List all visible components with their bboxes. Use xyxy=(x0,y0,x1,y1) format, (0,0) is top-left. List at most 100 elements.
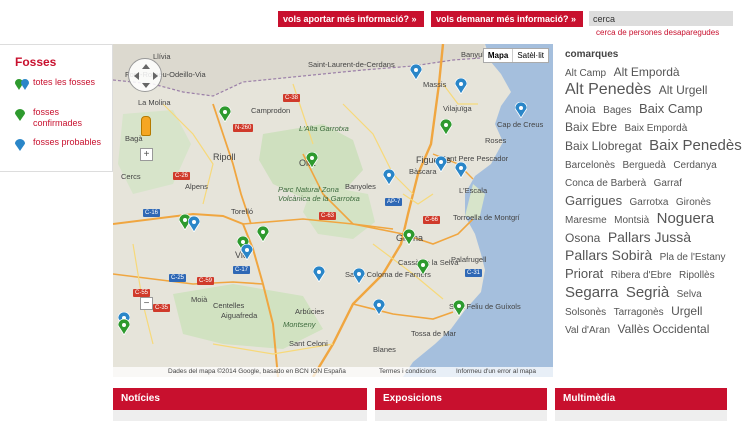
comarca-tag[interactable]: Selva xyxy=(677,289,702,300)
map-place-label: Ripoll xyxy=(213,152,236,162)
demanar-info-button[interactable]: vols demanar més informació? » xyxy=(431,11,583,27)
green-pin-icon[interactable] xyxy=(440,119,452,135)
comarca-tag[interactable]: Maresme xyxy=(565,215,607,226)
blue-pin-icon[interactable] xyxy=(455,78,467,94)
map[interactable]: Banyuls Llívia Saint-Laurent-de-Cerdans Mas… xyxy=(113,44,553,377)
blue-pin-icon[interactable] xyxy=(373,299,385,315)
map-place-label: Arbúcies xyxy=(295,307,325,316)
comarca-tag[interactable]: Garraf xyxy=(654,178,682,189)
blue-pin-icon[interactable] xyxy=(410,64,422,80)
map-place-label: Cercs xyxy=(121,172,141,181)
search-missing-persons-link[interactable]: cerca de persones desaparegudes xyxy=(596,28,719,37)
blue-pin-icon[interactable] xyxy=(313,266,325,282)
page: vols aportar més informació? » vols dema… xyxy=(0,0,750,421)
road-shield: C-16 xyxy=(143,209,161,217)
green-pin-icon[interactable] xyxy=(306,152,318,168)
road-shield: AP-7 xyxy=(385,198,403,206)
legend-item-probable[interactable]: fosses probables xyxy=(15,137,103,151)
green-pin-icon[interactable] xyxy=(417,259,429,275)
comarca-tag[interactable]: Alt Penedès xyxy=(565,81,651,98)
road-shield: C-59 xyxy=(197,277,215,285)
comarca-tag[interactable]: Bages xyxy=(603,105,631,116)
legend-item-confirmed[interactable]: fosses confirmades xyxy=(15,107,103,129)
comarca-tag[interactable]: Baix Empordà xyxy=(624,123,687,134)
map-place-label: Cap de Creus xyxy=(497,120,544,129)
comarca-tag[interactable]: Garrigues xyxy=(565,193,622,208)
map-place-label: Roses xyxy=(485,136,507,145)
comarca-tag[interactable]: Priorat xyxy=(565,266,603,281)
pan-control[interactable] xyxy=(128,58,162,92)
green-pin-icon[interactable] xyxy=(219,106,231,122)
road-shield: C-55 xyxy=(133,289,151,297)
map-type-map-button[interactable]: Mapa xyxy=(484,49,514,62)
comarca-tag[interactable]: Val d'Aran xyxy=(565,325,610,336)
comarca-tag[interactable]: Tarragonès xyxy=(614,307,664,318)
comarca-tag[interactable]: Segarra xyxy=(565,284,618,301)
green-pin-icon[interactable] xyxy=(453,300,465,316)
comarca-tag[interactable]: Pallars Jussà xyxy=(608,229,691,245)
comarques-title: comarques xyxy=(565,49,619,60)
section-noticies-body xyxy=(113,410,367,421)
road-shield: C-31 xyxy=(465,269,483,277)
map-place-label: Saint-Laurent-de-Cerdans xyxy=(308,60,395,69)
map-report-error-link[interactable]: Informeu d'un error al mapa xyxy=(456,367,536,377)
section-exposicions-body xyxy=(375,410,547,421)
green-pin-icon[interactable] xyxy=(118,319,130,335)
aportar-info-button[interactable]: vols aportar més informació? » xyxy=(278,11,424,27)
map-place-label: Aiguafreda xyxy=(221,311,258,320)
blue-pin-icon[interactable] xyxy=(435,156,447,172)
comarca-tag[interactable]: Montsià xyxy=(614,215,649,226)
comarca-tag[interactable]: Osona xyxy=(565,231,600,245)
road-shield: C-25 xyxy=(169,274,187,282)
street-view-pegman-icon[interactable] xyxy=(141,116,151,136)
map-type-satellite-button[interactable]: Satèl·lit xyxy=(513,49,548,62)
legend-item-all[interactable]: totes les fosses xyxy=(15,77,103,91)
comarca-tag[interactable]: Baix Camp xyxy=(639,101,703,116)
comarca-tag[interactable]: Baix Penedès xyxy=(649,137,742,154)
comarca-tag[interactable]: Solsonès xyxy=(565,307,606,318)
comarca-tag[interactable]: Noguera xyxy=(657,210,715,227)
comarca-tag[interactable]: Urgell xyxy=(671,304,702,318)
comarca-tag[interactable]: Baix Ebre xyxy=(565,120,617,134)
comarca-tag[interactable]: Conca de Barberà xyxy=(565,178,646,189)
comarca-tag[interactable]: Barcelonès xyxy=(565,160,615,171)
section-exposicions[interactable]: Exposicions xyxy=(375,388,547,410)
comarca-tag[interactable]: Anoia xyxy=(565,102,596,116)
comarca-tag[interactable]: Baix Llobregat xyxy=(565,139,642,153)
map-place-label: Blanes xyxy=(373,345,396,354)
comarca-tag[interactable]: Garrotxa xyxy=(630,197,669,208)
legend-panel: Fosses totes les fosses fosses confirmad… xyxy=(0,44,113,172)
map-place-label: Bàscara xyxy=(409,167,437,176)
comarca-tag[interactable]: Pla de l'Estany xyxy=(660,252,726,263)
comarca-tag[interactable]: Alt Camp xyxy=(565,68,606,79)
section-noticies[interactable]: Notícies xyxy=(113,388,367,410)
green-pin-icon[interactable] xyxy=(403,229,415,245)
comarca-tag[interactable]: Pallars Sobirà xyxy=(565,247,652,263)
comarca-tag[interactable]: Gironès xyxy=(676,197,711,208)
blue-pin-icon[interactable] xyxy=(241,244,253,260)
comarca-tag[interactable]: Alt Empordà xyxy=(614,65,680,79)
blue-pin-icon[interactable] xyxy=(515,102,527,118)
comarca-tag[interactable]: Alt Urgell xyxy=(659,83,708,97)
road-shield: C-38 xyxy=(283,94,301,102)
comarca-tag[interactable]: Berguedà xyxy=(622,160,665,171)
search-input[interactable] xyxy=(589,11,733,26)
comarca-tag[interactable]: Ribera d'Ebre xyxy=(611,270,672,281)
map-place-label: Torelló xyxy=(231,207,254,216)
blue-pin-icon[interactable] xyxy=(188,216,200,232)
map-place-label: Sant Pere Pescador xyxy=(441,154,509,163)
section-multimedia[interactable]: Multimèdia xyxy=(555,388,727,410)
blue-pin-icon[interactable] xyxy=(455,162,467,178)
map-place-label: La Molina xyxy=(138,98,171,107)
comarca-tag[interactable]: Vallès Occidental xyxy=(618,322,710,337)
zoom-out-button[interactable]: − xyxy=(140,297,153,310)
map-place-label: Camprodon xyxy=(251,106,291,115)
comarca-tag[interactable]: Segrià xyxy=(626,284,669,301)
blue-pin-icon[interactable] xyxy=(383,169,395,185)
blue-pin-icon[interactable] xyxy=(353,268,365,284)
green-pin-icon[interactable] xyxy=(257,226,269,242)
zoom-in-button[interactable]: + xyxy=(140,148,153,161)
comarca-tag[interactable]: Ripollès xyxy=(679,270,715,281)
comarca-tag[interactable]: Cerdanya xyxy=(673,160,716,171)
map-terms-link[interactable]: Termes i condicions xyxy=(379,367,436,377)
